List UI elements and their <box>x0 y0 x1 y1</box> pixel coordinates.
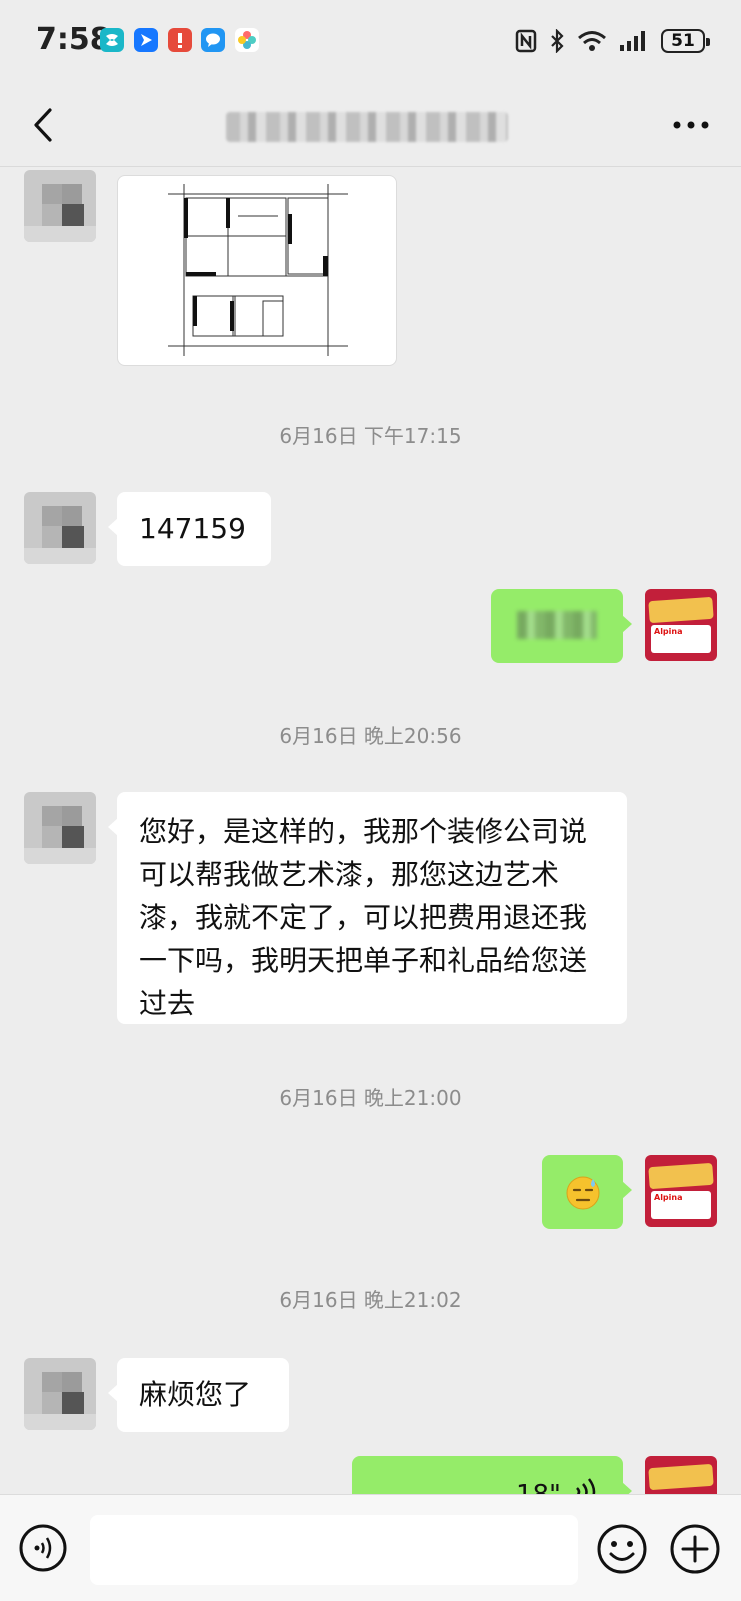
message-bubble-sent[interactable] <box>491 589 632 663</box>
timestamp: 6月16日 下午17:15 <box>279 424 462 448</box>
photos-app-icon <box>235 28 259 52</box>
timestamp: 6月16日 晚上21:02 <box>279 1288 462 1312</box>
input-bar <box>0 1494 741 1601</box>
header-divider <box>0 166 741 167</box>
my-avatar[interactable]: Alpina <box>645 589 717 661</box>
message-bubble-received[interactable]: 麻烦您了 <box>108 1358 289 1432</box>
emoji-button[interactable] <box>596 1523 648 1575</box>
chevron-left-icon <box>34 108 52 142</box>
voice-icon <box>19 1524 67 1572</box>
emoji-icon <box>597 1524 647 1574</box>
timestamp: 6月16日 晚上20:56 <box>279 724 462 748</box>
app-notification-icon <box>168 28 192 52</box>
nfc-icon <box>515 29 537 53</box>
status-bar: 7:58 51 <box>0 0 741 84</box>
avatar-caption: Alpina <box>654 627 683 636</box>
plus-circle-icon <box>670 1524 720 1574</box>
status-icons: 51 <box>515 24 710 58</box>
message-bubble-received[interactable]: 您好，是这样的，我那个装修公司说可以帮我做艺术漆，那您这边艺术漆，我就不定了，可… <box>108 792 627 1024</box>
timestamp: 6月16日 晚上21:00 <box>279 1086 462 1110</box>
contact-avatar[interactable] <box>24 1358 96 1430</box>
back-button[interactable] <box>26 102 62 148</box>
image-message-floorplan[interactable] <box>117 175 397 366</box>
battery-icon: 51 <box>661 29 710 53</box>
contact-avatar[interactable] <box>24 492 96 564</box>
message-text: 您好，是这样的，我那个装修公司说可以帮我做艺术漆，那您这边艺术漆，我就不定了，可… <box>139 815 588 1020</box>
sweat-smile-emoji-icon <box>566 1176 600 1210</box>
message-text: 麻烦您了 <box>139 1378 252 1411</box>
message-bubble-received[interactable]: 147159 <box>108 492 271 566</box>
bluetooth-icon <box>551 29 564 53</box>
signal-icon <box>620 31 645 51</box>
chat-title-blurred <box>226 112 508 142</box>
avatar-caption: Alpina <box>654 1193 683 1202</box>
message-text: 147159 <box>139 512 246 545</box>
app-notification-icon <box>201 28 225 52</box>
wifi-icon <box>578 31 606 51</box>
more-button[interactable] <box>671 110 711 140</box>
contact-avatar[interactable] <box>24 792 96 864</box>
app-notification-icon <box>100 28 124 52</box>
message-text-blurred <box>517 611 597 639</box>
more-actions-button[interactable] <box>669 1523 721 1575</box>
chat-header <box>0 84 741 166</box>
app-notification-icon <box>134 28 158 52</box>
message-bubble-sent[interactable] <box>542 1155 632 1229</box>
floorplan-thumbnail <box>168 184 348 356</box>
message-input[interactable] <box>90 1515 578 1585</box>
voice-input-button[interactable] <box>18 1523 68 1573</box>
more-dots-icon <box>673 121 709 129</box>
contact-avatar[interactable] <box>24 170 96 242</box>
my-avatar[interactable]: Alpina <box>645 1155 717 1227</box>
